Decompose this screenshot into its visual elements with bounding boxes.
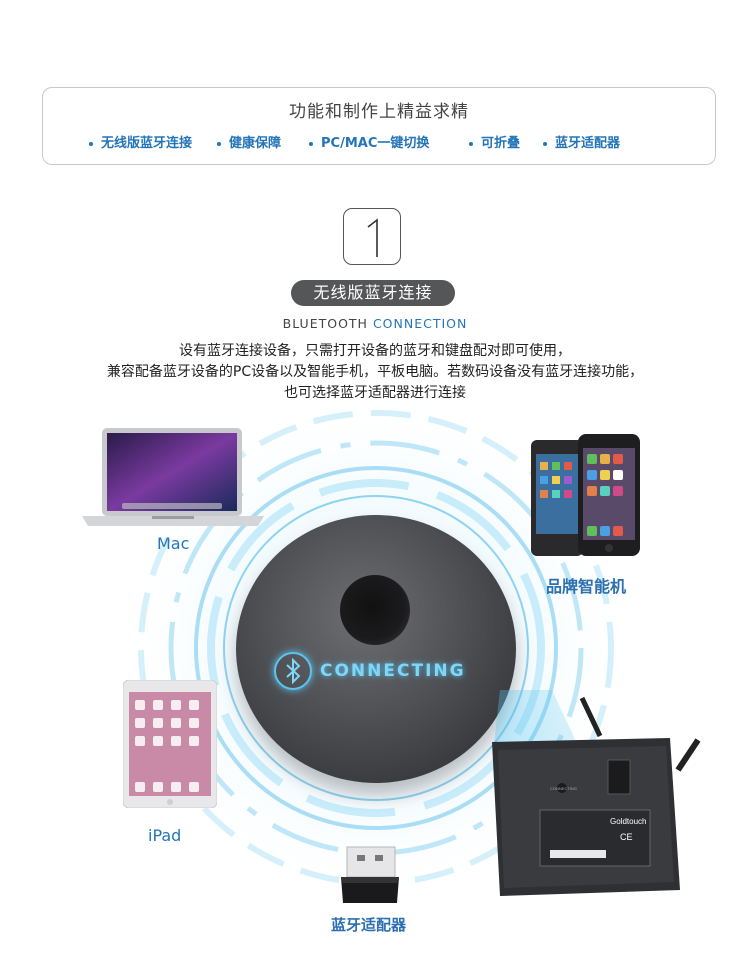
description-line: 兼容配备蓝牙设备的PC设备以及智能手机，平板电脑。若数码设备没有蓝牙连接功能， — [106, 364, 644, 380]
section-number-glyph — [367, 218, 378, 257]
bullet-dot — [217, 141, 221, 146]
bullet-dot — [543, 141, 547, 146]
description-line: 也可选择蓝牙适配器进行连接 — [284, 385, 466, 401]
bullet-dot — [469, 141, 473, 146]
feature-item: 健康保障 — [217, 132, 281, 151]
feature-box: 功能和制作上精益求精 无线版蓝牙连接 健康保障 PC/MAC一键切换 可折叠 蓝… — [42, 87, 716, 165]
ipad-image — [123, 680, 217, 808]
feature-item: 蓝牙适配器 — [543, 132, 620, 151]
smartphones-image — [531, 434, 640, 556]
feature-item: 无线版蓝牙连接 — [89, 132, 192, 151]
bullet-dot — [309, 141, 313, 146]
keyboard-image: Goldtouch CE CONNECTING — [492, 690, 701, 896]
description-line: 设有蓝牙连接设备，只需打开设备的蓝牙和键盘配对即可使用， — [179, 343, 571, 359]
bluetooth-icon — [274, 652, 312, 690]
macbook-image — [82, 428, 264, 526]
keyboard-small-label: CONNECTING — [550, 786, 577, 791]
feature-item: PC/MAC一键切换 — [309, 132, 429, 151]
label-ipad: iPad — [148, 826, 182, 845]
usb-adapter-image — [341, 846, 399, 903]
section-number-badge: 1 — [343, 208, 401, 265]
feature-title: 功能和制作上精益求精 — [289, 102, 469, 122]
label-adapter: 蓝牙适配器 — [331, 916, 407, 934]
feature-item: 可折叠 — [469, 132, 520, 151]
subtitle-plain: BLUETOOTH — [282, 316, 368, 331]
label-mac: Mac — [157, 534, 190, 553]
feature-list: 无线版蓝牙连接 健康保障 PC/MAC一键切换 可折叠 蓝牙适配器 — [43, 132, 715, 154]
label-smartphone: 品牌智能机 — [546, 577, 627, 596]
ce-mark: CE — [620, 832, 633, 842]
connecting-label: CONNECTING — [320, 661, 466, 681]
sphere-hole — [340, 575, 410, 645]
keyboard-brand: Goldtouch — [610, 817, 646, 826]
section-title: 无线版蓝牙连接 — [291, 280, 455, 306]
bullet-dot — [89, 141, 93, 146]
subtitle-accent: CONNECTION — [372, 316, 468, 331]
section-subtitle: BLUETOOTH CONNECTION — [0, 316, 750, 331]
